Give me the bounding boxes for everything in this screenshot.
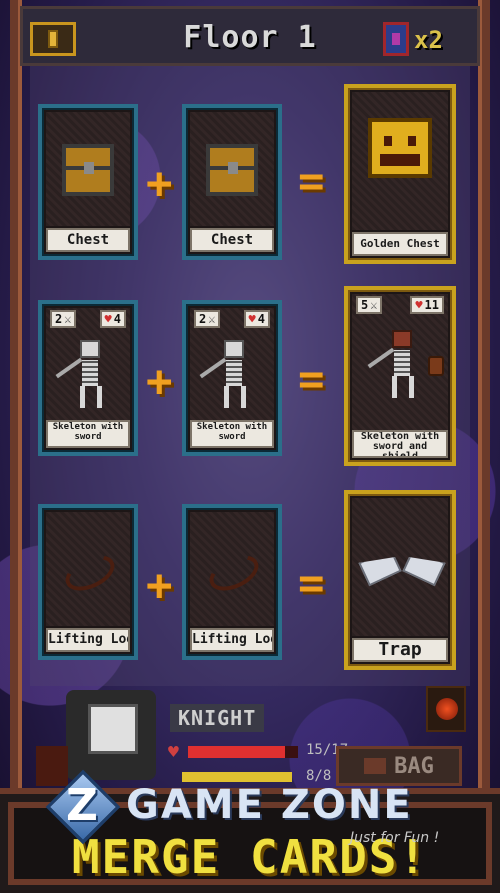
- equals-operator: =: [298, 354, 325, 405]
- golden-chest-icon: [368, 118, 432, 178]
- game-zone-watermark: Z GAME ZONE Just for Fun !: [45, 769, 450, 846]
- card-deck-icon[interactable]: [383, 22, 409, 56]
- attack-stat: 2 ⚔: [194, 310, 221, 328]
- plus-operator: +: [146, 560, 173, 611]
- watermark-brand: GAME ZONE: [126, 782, 413, 828]
- pause-button[interactable]: [30, 22, 76, 56]
- skeleton-icon: [55, 340, 102, 410]
- floor-title: Floor 1: [183, 20, 317, 55]
- card-label: Skeleton with sword and shield: [352, 430, 448, 458]
- card-skeleton-b[interactable]: 2 ⚔ ♥ 4 Skeleton with sword: [182, 300, 282, 456]
- heart-icon: ♥: [415, 298, 423, 312]
- card-skeleton-shield[interactable]: 5 ⚔ ♥ 11 Skeleton with sword and shield: [344, 286, 456, 466]
- health-stat: ♥ 4: [99, 310, 126, 328]
- trap-icon: [362, 554, 442, 588]
- health-stat: ♥ 4: [243, 310, 270, 328]
- card-chest-b[interactable]: Chest: [182, 104, 282, 260]
- fire-orb-icon[interactable]: [426, 686, 466, 732]
- player-name: KNIGHT: [170, 704, 265, 732]
- armored-skeleton-icon: [367, 330, 444, 400]
- skeleton-icon: [199, 340, 246, 410]
- watermark-tagline: Just for Fun !: [350, 830, 440, 846]
- card-label: Lifting Loop: [190, 628, 274, 652]
- logo-z-letter: Z: [66, 780, 98, 831]
- card-label: Chest: [46, 228, 130, 252]
- heart-icon: ♥: [168, 742, 179, 763]
- card-lifting-loop-b[interactable]: Lifting Loop: [182, 504, 282, 660]
- knight-avatar[interactable]: [66, 690, 156, 780]
- card-label: Chest: [190, 228, 274, 252]
- sword-icon: ⚔: [64, 312, 72, 326]
- attack-stat: 2 ⚔: [50, 310, 77, 328]
- plus-operator: +: [146, 356, 173, 407]
- sword-icon: ⚔: [208, 312, 216, 326]
- pause-icon: [48, 30, 58, 48]
- equals-operator: =: [298, 156, 325, 207]
- card-chest-a[interactable]: Chest: [38, 104, 138, 260]
- attack-stat: 5 ⚔: [356, 296, 383, 314]
- deck-count: x2: [414, 26, 443, 54]
- equals-operator: =: [298, 558, 325, 609]
- card-label: Lifting Loop: [46, 628, 130, 652]
- plus-operator: +: [146, 158, 173, 209]
- card-label: Skeleton with sword: [190, 420, 274, 448]
- bag-icon: [364, 758, 387, 774]
- card-label: Skeleton with sword: [46, 420, 130, 448]
- health-bar: [188, 746, 298, 758]
- chest-icon: [206, 144, 258, 196]
- heart-icon: ♥: [248, 312, 256, 326]
- chest-icon: [62, 144, 114, 196]
- sword-icon: ⚔: [370, 298, 378, 312]
- card-label: Trap: [352, 638, 448, 662]
- card-skeleton-a[interactable]: 2 ⚔ ♥ 4 Skeleton with sword: [38, 300, 138, 456]
- card-label: Golden Chest: [352, 232, 448, 256]
- card-trap[interactable]: Trap: [344, 490, 456, 670]
- heart-icon: ♥: [104, 312, 112, 326]
- health-stat: ♥ 11: [410, 296, 444, 314]
- card-golden-chest[interactable]: Golden Chest: [344, 84, 456, 264]
- card-lifting-loop-a[interactable]: Lifting Loop: [38, 504, 138, 660]
- health-bar-fill: [188, 746, 285, 758]
